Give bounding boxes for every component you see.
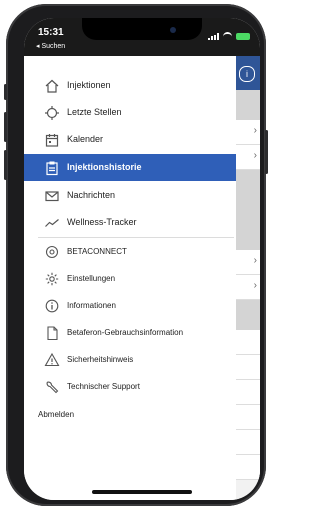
clipboard-icon xyxy=(46,161,58,176)
menu-item-kalender[interactable]: Kalender xyxy=(24,126,236,153)
chevron-right-icon: › xyxy=(253,280,257,291)
gear-icon xyxy=(45,272,59,286)
phone-frame: 15:31 ◂ Suchen i › › › › Injektionen Let… xyxy=(6,4,266,506)
menu-item-label: Kalender xyxy=(67,134,104,144)
menu-item-einstellungen[interactable]: Einstellungen xyxy=(24,265,236,292)
menu-item-label: Wellness-Tracker xyxy=(67,217,137,227)
volume-up-button xyxy=(4,112,7,142)
menu-item-label: BETACONNECT xyxy=(67,247,127,256)
list-item[interactable] xyxy=(236,380,260,405)
menu-item-label: Technischer Support xyxy=(67,382,140,391)
power-button xyxy=(265,130,268,174)
battery-icon xyxy=(236,33,250,40)
camera xyxy=(170,27,176,33)
notch xyxy=(82,18,202,40)
menu-item-label: Letzte Stellen xyxy=(67,107,122,117)
list-item[interactable] xyxy=(236,430,260,455)
menu-item-injektionshistorie[interactable]: Injektionshistorie xyxy=(24,154,236,181)
list-item[interactable] xyxy=(236,455,260,480)
menu-item-wellness-tracker[interactable]: Wellness-Tracker xyxy=(24,209,236,236)
menu-item-label: Injektionshistorie xyxy=(67,162,142,172)
menu-item-label: Einstellungen xyxy=(67,274,116,283)
list-item[interactable]: › xyxy=(236,145,260,170)
chevron-right-icon: › xyxy=(253,255,257,266)
menu-item-informationen[interactable]: Informationen xyxy=(24,292,236,319)
menu-item-injektionen[interactable]: Injektionen xyxy=(24,72,236,99)
list-item[interactable]: › xyxy=(236,120,260,145)
document-icon xyxy=(47,326,58,341)
background-app: i › › › › xyxy=(236,56,260,500)
home-icon xyxy=(45,79,59,93)
info-icon xyxy=(45,299,59,313)
list-item[interactable] xyxy=(236,355,260,380)
menu-item-label: Sicherheitshinweis xyxy=(67,355,134,364)
warning-icon xyxy=(44,352,60,367)
list-item[interactable]: › xyxy=(236,275,260,300)
status-bar: 15:31 ◂ Suchen xyxy=(24,18,260,56)
menu-item-gebrauchsinformation[interactable]: Betaferon-Gebrauchsinformation xyxy=(24,319,236,346)
info-icon[interactable]: i xyxy=(239,66,255,82)
menu-item-label: Betaferon-Gebrauchsinformation xyxy=(67,328,184,337)
screen: 15:31 ◂ Suchen i › › › › Injektionen Let… xyxy=(24,18,260,500)
menu-item-label: Informationen xyxy=(67,301,116,310)
menu-item-technischer-support[interactable]: Technischer Support xyxy=(24,373,236,400)
navigation-drawer: Injektionen Letzte Stellen Kalender Inje… xyxy=(24,56,236,500)
volume-down-button xyxy=(4,150,7,180)
mute-switch xyxy=(4,84,7,100)
list-item[interactable]: › xyxy=(236,250,260,275)
status-icons xyxy=(208,32,250,41)
target-icon xyxy=(45,106,59,120)
status-time: 15:31 xyxy=(38,27,64,38)
menu-item-sicherheitshinweis[interactable]: Sicherheitshinweis xyxy=(24,346,236,373)
back-to-app-link[interactable]: ◂ Suchen xyxy=(36,42,65,50)
menu-item-letzte-stellen[interactable]: Letzte Stellen xyxy=(24,99,236,126)
logout-link[interactable]: Abmelden xyxy=(38,410,74,419)
menu-item-label: Nachrichten xyxy=(67,190,116,200)
menu-item-nachrichten[interactable]: Nachrichten xyxy=(24,182,236,209)
calendar-icon xyxy=(45,134,59,147)
trend-icon xyxy=(45,219,59,227)
wrench-icon xyxy=(46,381,59,394)
menu-item-betaconnect[interactable]: BETACONNECT xyxy=(24,238,236,265)
list-item[interactable] xyxy=(236,405,260,430)
wifi-icon xyxy=(223,32,232,41)
list-item[interactable] xyxy=(236,330,260,355)
signal-icon xyxy=(208,33,219,40)
home-indicator[interactable] xyxy=(92,490,192,494)
mail-icon xyxy=(45,191,59,202)
device-icon xyxy=(45,245,59,259)
background-header: i xyxy=(236,56,260,90)
chevron-right-icon: › xyxy=(253,125,257,136)
menu-item-label: Injektionen xyxy=(67,80,111,90)
chevron-right-icon: › xyxy=(253,150,257,161)
